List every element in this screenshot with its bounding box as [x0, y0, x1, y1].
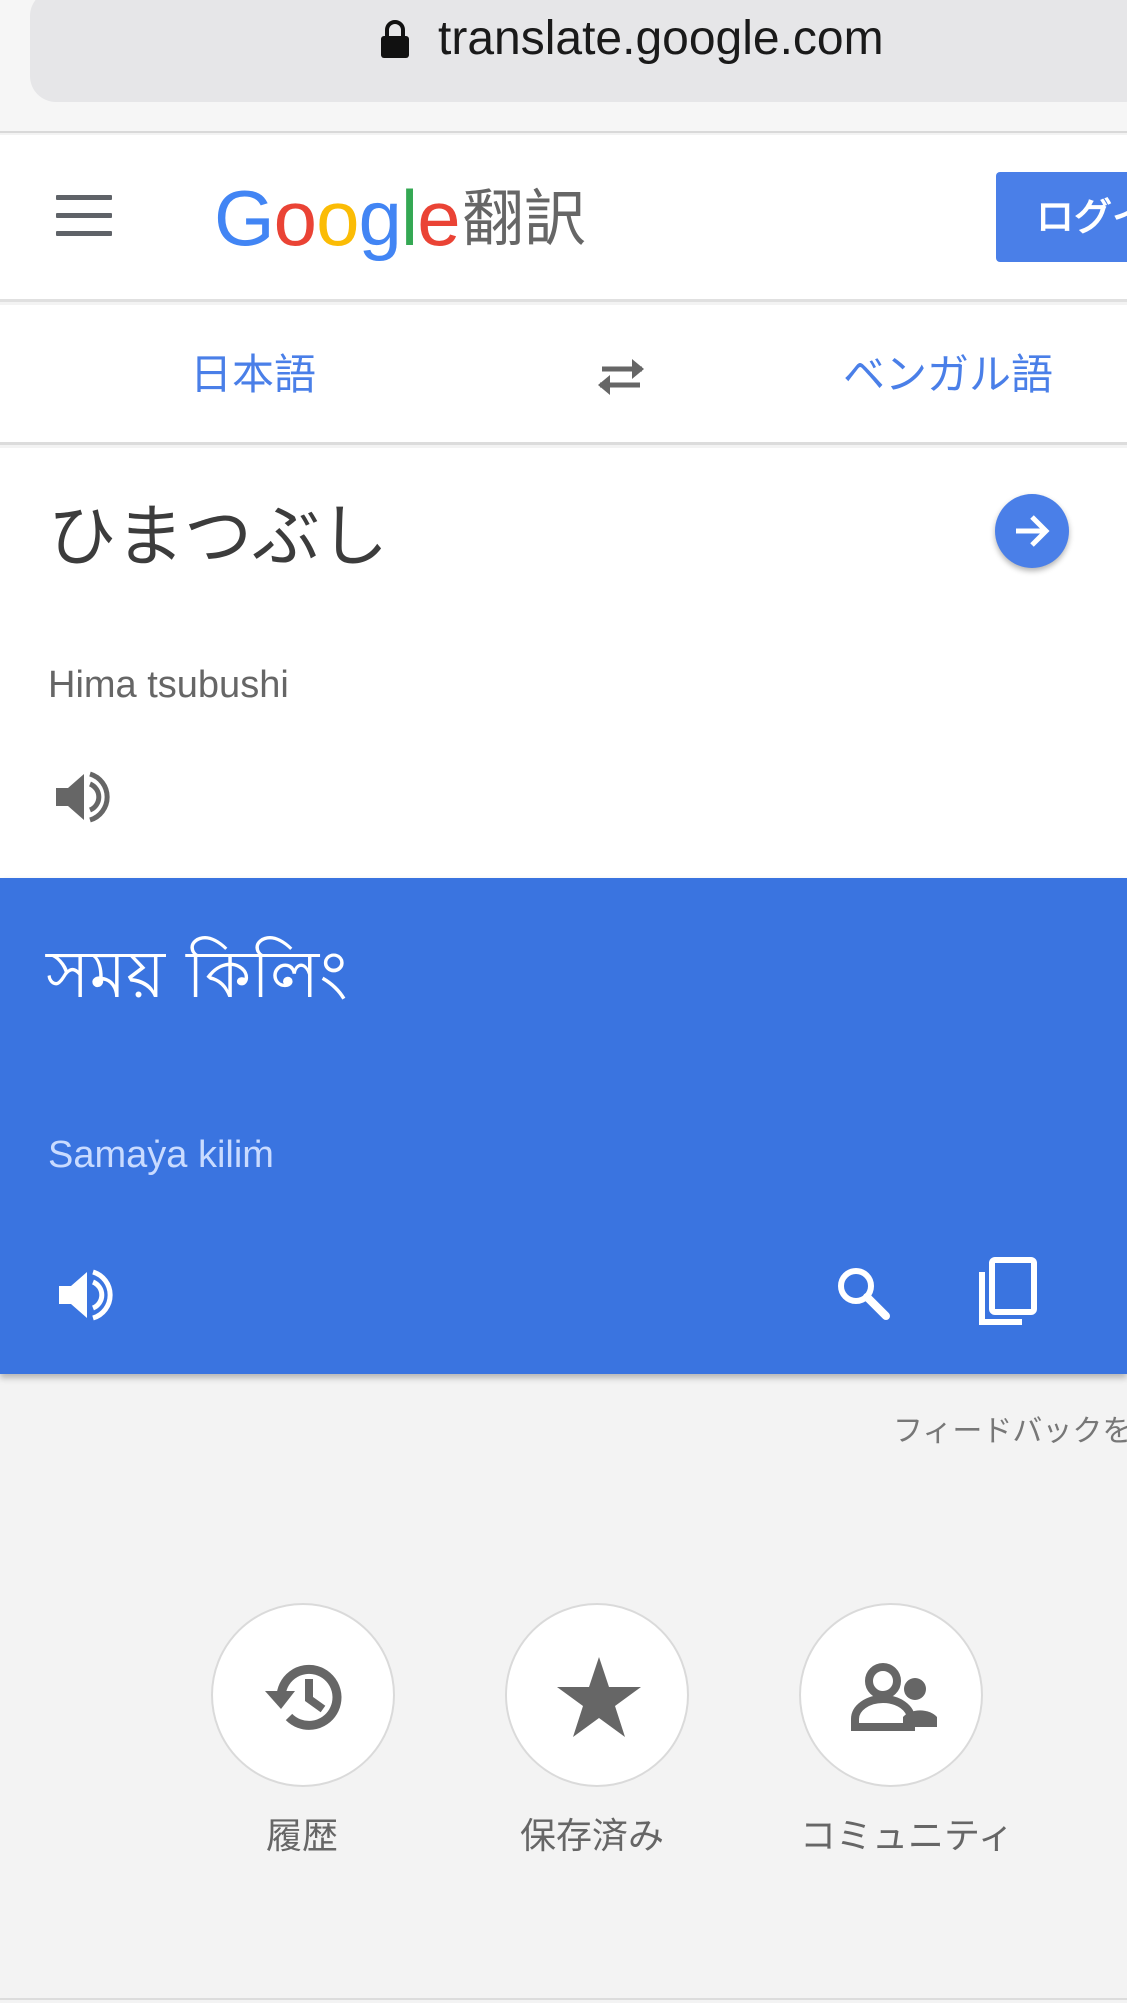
divider: [0, 1998, 1127, 2000]
saved-label: 保存済み: [520, 1816, 665, 1857]
saved-button[interactable]: [505, 1603, 689, 1787]
language-bar: 日本語 ベンガル語: [0, 305, 1127, 445]
result-transliteration: Samaẏa kiliṁ: [48, 1134, 274, 1176]
star-icon: [557, 1657, 641, 1737]
search-icon[interactable]: [832, 1262, 894, 1324]
community-icon: [851, 1663, 937, 1731]
translate-page: translate.google.com Google 翻訳 ログイ 日本語 ベ…: [0, 0, 1127, 2003]
lock-icon: [381, 20, 409, 58]
hamburger-menu-icon[interactable]: [56, 195, 112, 237]
login-button[interactable]: ログイ: [996, 172, 1127, 262]
swap-arrows-icon[interactable]: [592, 353, 650, 401]
source-transliteration: Hima tsubushi: [48, 664, 289, 706]
copy-icon[interactable]: [976, 1256, 1040, 1328]
feedback-link[interactable]: フィードバックを: [893, 1412, 1127, 1452]
url-text: translate.google.com: [438, 12, 884, 65]
speaker-icon[interactable]: [55, 1264, 117, 1326]
community-button[interactable]: [799, 1603, 983, 1787]
target-language-button[interactable]: ベンガル語: [843, 345, 1053, 405]
history-icon: [265, 1664, 342, 1730]
arrow-right-icon: [1016, 515, 1050, 547]
translated-text: সময় কিলিং: [46, 936, 348, 1013]
history-button[interactable]: [211, 1603, 395, 1787]
source-text-input[interactable]: ひまつぶし: [48, 493, 388, 583]
google-logo[interactable]: Google: [214, 173, 461, 263]
source-panel: ひまつぶし Hima tsubushi: [0, 448, 1127, 878]
community-label: コミュニティ: [800, 1816, 1014, 1857]
url-field[interactable]: translate.google.com: [30, 0, 1127, 102]
browser-address-bar: translate.google.com: [0, 0, 1127, 133]
source-language-button[interactable]: 日本語: [190, 345, 316, 405]
result-panel: সময় কিলিং Samaẏa kiliṁ: [0, 878, 1127, 1374]
speaker-icon[interactable]: [52, 766, 114, 828]
history-label: 履歴: [266, 1816, 339, 1857]
translate-go-button[interactable]: [995, 494, 1069, 568]
app-header: Google 翻訳 ログイ: [0, 135, 1127, 302]
product-name: 翻訳: [462, 182, 587, 255]
